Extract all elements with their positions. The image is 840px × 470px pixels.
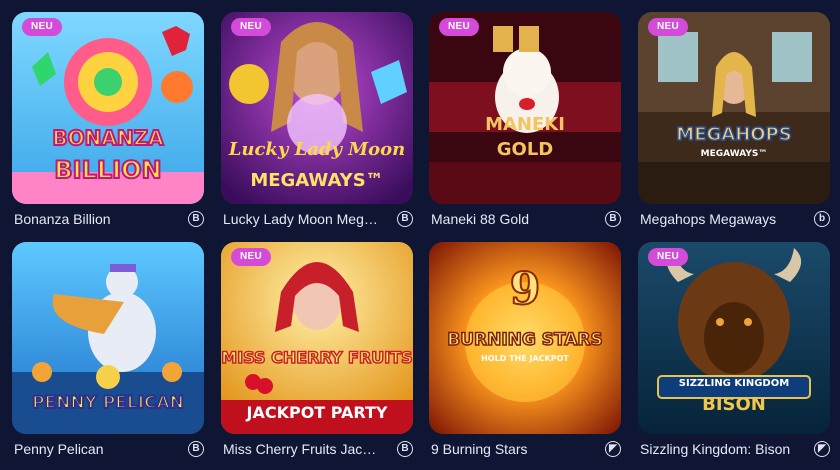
game-title[interactable]: Penny Pelican [14,440,174,458]
game-card-miss-cherry-fruits[interactable]: NEU Miss Cherry Fruits Jackp... B [221,242,413,462]
new-badge: NEU [648,18,689,36]
game-title[interactable]: Miss Cherry Fruits Jackp... [223,440,383,458]
new-badge: NEU [22,18,63,36]
game-thumbnail[interactable]: NEU [221,12,413,204]
game-card-maneki-88-gold[interactable]: NEU Maneki 88 Gold B [429,12,621,232]
game-card-lucky-lady-moon[interactable]: NEU Lucky Lady Moon Mega... B [221,12,413,232]
megahops-megaways-artwork [638,12,830,204]
game-title[interactable]: Megahops Megaways [640,210,800,228]
game-card-9-burning-stars[interactable]: 9 9 Burning Stars ◤ [429,242,621,462]
provider-arrow-icon: ◤ [814,441,830,457]
penny-pelican-artwork [12,242,204,434]
game-title[interactable]: Sizzling Kingdom: Bison [640,440,800,458]
maneki-88-gold-artwork [429,12,621,204]
game-card-penny-pelican[interactable]: Penny Pelican B [12,242,204,462]
game-card-sizzling-kingdom-bison[interactable]: NEU Sizzling Kingdom: Bison ◤ [638,242,830,462]
game-thumbnail[interactable]: NEU [12,12,204,204]
provider-b-icon: B [397,211,413,227]
sizzling-kingdom-bison-artwork [638,242,830,434]
miss-cherry-fruits-artwork [221,242,413,434]
game-card-bonanza-billion[interactable]: NEU Bonanza Billion B [12,12,204,232]
game-thumbnail[interactable]: NEU [429,12,621,204]
game-thumbnail[interactable]: NEU [638,242,830,434]
new-badge: NEU [231,248,272,266]
game-title[interactable]: 9 Burning Stars [431,440,591,458]
lucky-lady-moon-artwork [221,12,413,204]
game-thumbnail[interactable]: NEU [221,242,413,434]
game-thumbnail[interactable]: 9 [429,242,621,434]
provider-b-icon: B [397,441,413,457]
svg-text:9: 9 [510,264,541,315]
new-badge: NEU [648,248,689,266]
game-thumbnail[interactable] [12,242,204,434]
new-badge: NEU [231,18,272,36]
bonanza-billion-artwork [12,12,204,204]
game-grid: NEU Bonanza Billion B NEU Lucky Lady Moo… [0,0,840,470]
game-title[interactable]: Bonanza Billion [14,210,174,228]
provider-b-icon: B [188,211,204,227]
provider-b-icon: B [188,441,204,457]
game-card-megahops-megaways[interactable]: NEU Megahops Megaways b [638,12,830,232]
game-thumbnail[interactable]: NEU [638,12,830,204]
new-badge: NEU [439,18,480,36]
game-title[interactable]: Lucky Lady Moon Mega... [223,210,383,228]
provider-arrow-icon: ◤ [605,441,621,457]
game-title[interactable]: Maneki 88 Gold [431,210,591,228]
provider-b-lower-icon: b [814,211,830,227]
provider-b-icon: B [605,211,621,227]
9-burning-stars-artwork: 9 [429,242,621,434]
